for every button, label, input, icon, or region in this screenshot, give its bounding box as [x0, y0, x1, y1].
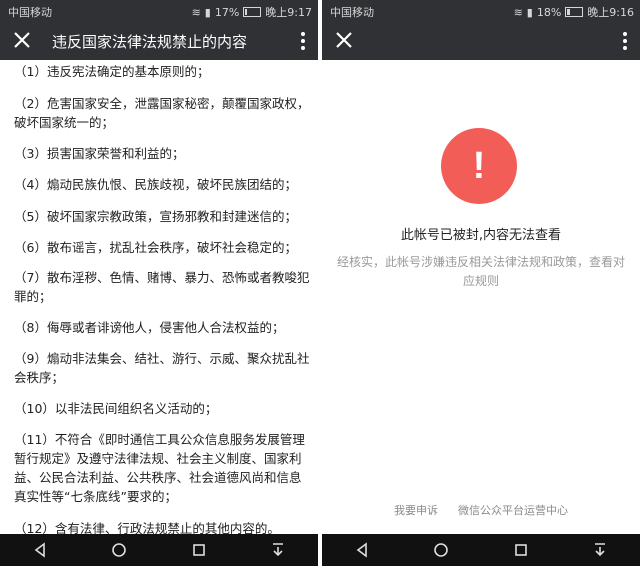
status-bar: 中国移动 ≋ ▮ 17% 晚上9:17	[0, 0, 318, 22]
left-phone-screen: 中国移动 ≋ ▮ 17% 晚上9:17 违反国家法律法规禁止的内容 （1）违反宪…	[0, 0, 318, 566]
rule-item: （7）散布淫秽、色情、赌博、暴力、恐怖或者教唆犯罪的；	[14, 270, 310, 304]
back-icon[interactable]	[353, 541, 371, 559]
download-icon[interactable]	[269, 541, 287, 559]
home-icon[interactable]	[432, 541, 450, 559]
more-icon[interactable]	[622, 30, 628, 52]
appeal-link[interactable]: 我要申诉	[394, 502, 438, 518]
time-label: 晚上9:17	[265, 6, 312, 19]
time-label: 晚上9:16	[587, 6, 634, 19]
battery-percent: 17%	[214, 5, 240, 19]
status-bar: 中国移动 ≋ ▮ 18% 晚上9:16	[322, 0, 640, 22]
article-content: （1）违反宪法确定的基本原则的； （2）危害国家安全，泄露国家秘密，颠覆国家政权…	[0, 60, 318, 534]
carrier-label: 中国移动	[330, 6, 374, 19]
rule-item: （1）违反宪法确定的基本原则的；	[14, 64, 210, 79]
alert-icon: !	[441, 128, 517, 204]
exclamation-mark: !	[472, 145, 486, 187]
rule-item: （3）损害国家荣誉和利益的；	[14, 146, 185, 161]
rule-item: （8）侮辱或者诽谤他人，侵害他人合法权益的；	[14, 320, 285, 335]
blocked-description: 经核实，此帐号涉嫌违反相关法律法规和政策，查看对应规则	[336, 255, 625, 288]
rule-item: （10）以非法民间组织名义活动的；	[14, 401, 218, 416]
rule-item: （6）散布谣言，扰乱社会秩序，破坏社会稳定的；	[14, 240, 297, 255]
rule-item: （11）不符合《即时通信工具公众信息服务发展管理暂行规定》及遵守法律法规、社会主…	[14, 432, 305, 504]
rule-item: （5）破坏国家宗教政策，宣扬邪教和封建迷信的；	[14, 209, 297, 224]
title-bar	[322, 22, 640, 60]
recent-icon[interactable]	[190, 541, 208, 559]
battery-icon	[243, 7, 262, 17]
rule-item: （2）危害国家安全，泄露国家秘密，颠覆国家政权，破坏国家统一的；	[14, 96, 310, 130]
wifi-icon: ≋	[191, 5, 201, 19]
signal-icon: ▮	[526, 5, 533, 19]
android-nav-bar	[0, 534, 318, 566]
wifi-icon: ≋	[513, 5, 523, 19]
more-icon[interactable]	[300, 30, 306, 52]
download-icon[interactable]	[591, 541, 609, 559]
back-icon[interactable]	[31, 541, 49, 559]
close-icon[interactable]	[10, 28, 34, 52]
rule-item: （4）煽动民族仇恨、民族歧视，破坏民族团结的；	[14, 177, 297, 192]
blocked-title: 此帐号已被封,内容无法查看	[400, 228, 562, 243]
battery-percent: 18%	[536, 5, 562, 19]
close-icon[interactable]	[332, 28, 356, 52]
rule-item: （9）煽动非法集会、结社、游行、示威、聚众扰乱社会秩序；	[14, 351, 310, 385]
battery-icon	[565, 7, 584, 17]
home-icon[interactable]	[110, 541, 128, 559]
android-nav-bar	[322, 534, 640, 566]
footer-links: 我要申诉 微信公众平台运营中心	[322, 502, 640, 518]
right-phone-screen: 中国移动 ≋ ▮ 18% 晚上9:16 ! 此帐号已被封,内容无法查看 经核实，…	[322, 0, 640, 566]
page-title: 违反国家法律法规禁止的内容	[52, 33, 248, 51]
carrier-label: 中国移动	[8, 6, 52, 19]
recent-icon[interactable]	[512, 541, 530, 559]
rule-item: （12）含有法律、行政法规禁止的其他内容的。	[14, 521, 280, 534]
operations-center-link[interactable]: 微信公众平台运营中心	[458, 502, 568, 518]
title-bar: 违反国家法律法规禁止的内容	[0, 22, 318, 60]
signal-icon: ▮	[204, 5, 211, 19]
